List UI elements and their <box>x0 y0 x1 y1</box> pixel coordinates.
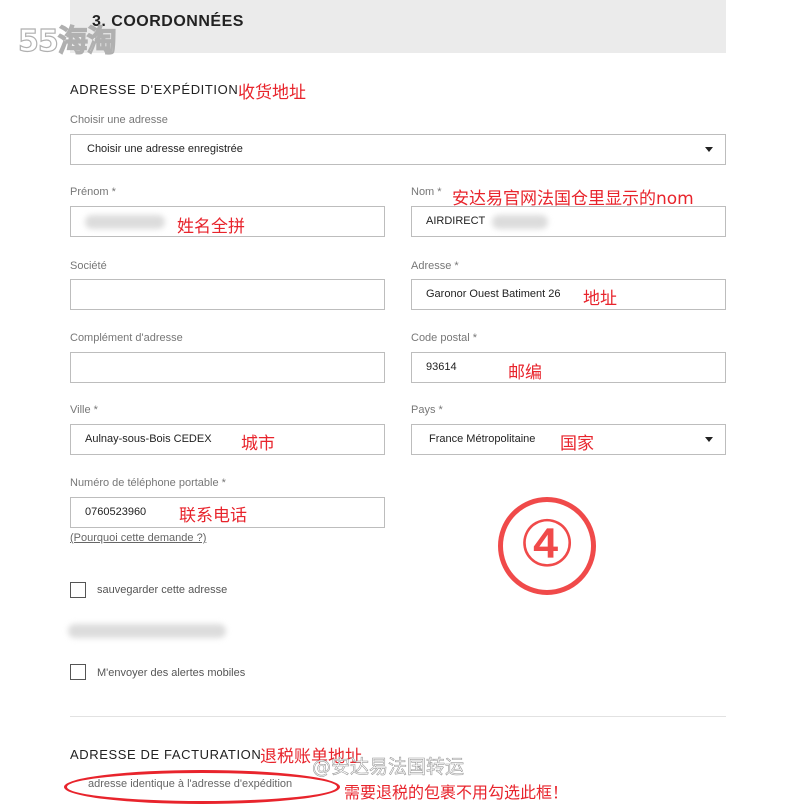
divider <box>70 716 726 717</box>
watermark-logo: 55海淘 <box>17 23 117 59</box>
nom-value: AIRDIRECT <box>426 215 486 227</box>
why-link[interactable]: (Pourquoi cette demande ?) <box>70 532 206 544</box>
complement-input[interactable] <box>70 352 385 383</box>
complement-label: Complément d'adresse <box>70 332 183 344</box>
code-postal-note: 邮编 <box>508 363 542 383</box>
redacted-name <box>85 215 165 229</box>
same-address-label[interactable]: adresse identique à l'adresse d'expéditi… <box>88 778 292 790</box>
weibo-watermark: @安达易法国转运 <box>312 756 465 779</box>
pays-value: France Métropolitaine <box>429 433 536 445</box>
save-address-checkbox[interactable] <box>70 582 86 598</box>
adresse-note: 地址 <box>583 289 617 309</box>
prenom-label: Prénom * <box>70 186 116 198</box>
telephone-label: Numéro de téléphone portable * <box>70 477 226 489</box>
telephone-value: 0760523960 <box>85 506 147 518</box>
societe-input[interactable] <box>70 279 385 310</box>
pays-label: Pays * <box>411 404 443 416</box>
societe-label: Société <box>70 260 107 272</box>
redacted-nom <box>492 215 548 229</box>
shipping-heading: ADRESSE D'EXPÉDITION <box>70 82 239 97</box>
code-postal-value: 93614 <box>426 361 457 373</box>
adresse-label: Adresse * <box>411 260 459 272</box>
nom-label: Nom * <box>411 186 442 198</box>
adresse-value: Garonor Ouest Batiment 26 <box>426 288 561 300</box>
prenom-note: 姓名全拼 <box>177 217 245 237</box>
mobile-alerts-checkbox[interactable] <box>70 664 86 680</box>
chevron-down-icon <box>705 147 713 152</box>
redacted-row <box>68 624 226 638</box>
pays-note: 国家 <box>560 434 594 454</box>
choose-address-label: Choisir une adresse <box>70 114 168 126</box>
shipping-heading-note: 收货地址 <box>238 83 306 103</box>
adresse-input[interactable]: Garonor Ouest Batiment 26 <box>411 279 726 310</box>
ville-value: Aulnay-sous-Bois CEDEX <box>85 433 212 445</box>
section-header: 3. COORDONNÉES <box>70 0 726 53</box>
address-select[interactable]: Choisir une adresse enregistrée <box>70 134 726 165</box>
nom-input[interactable]: AIRDIRECT <box>411 206 726 237</box>
same-address-note: 需要退税的包裹不用勾选此框！ <box>344 783 569 802</box>
billing-heading: ADRESSE DE FACTURATION <box>70 747 262 762</box>
mobile-alerts-label: M'envoyer des alertes mobiles <box>97 667 246 679</box>
code-postal-label: Code postal * <box>411 332 478 344</box>
code-postal-input[interactable]: 93614 <box>411 352 726 383</box>
telephone-note: 联系电话 <box>179 506 247 526</box>
save-address-label: sauvegarder cette adresse <box>97 584 228 596</box>
address-select-value: Choisir une adresse enregistrée <box>87 143 243 155</box>
ville-label: Ville * <box>70 404 98 416</box>
chevron-down-icon <box>705 437 713 442</box>
ville-note: 城市 <box>241 434 275 454</box>
step-marker: ④ <box>498 497 596 595</box>
ville-input[interactable]: Aulnay-sous-Bois CEDEX <box>70 424 385 455</box>
